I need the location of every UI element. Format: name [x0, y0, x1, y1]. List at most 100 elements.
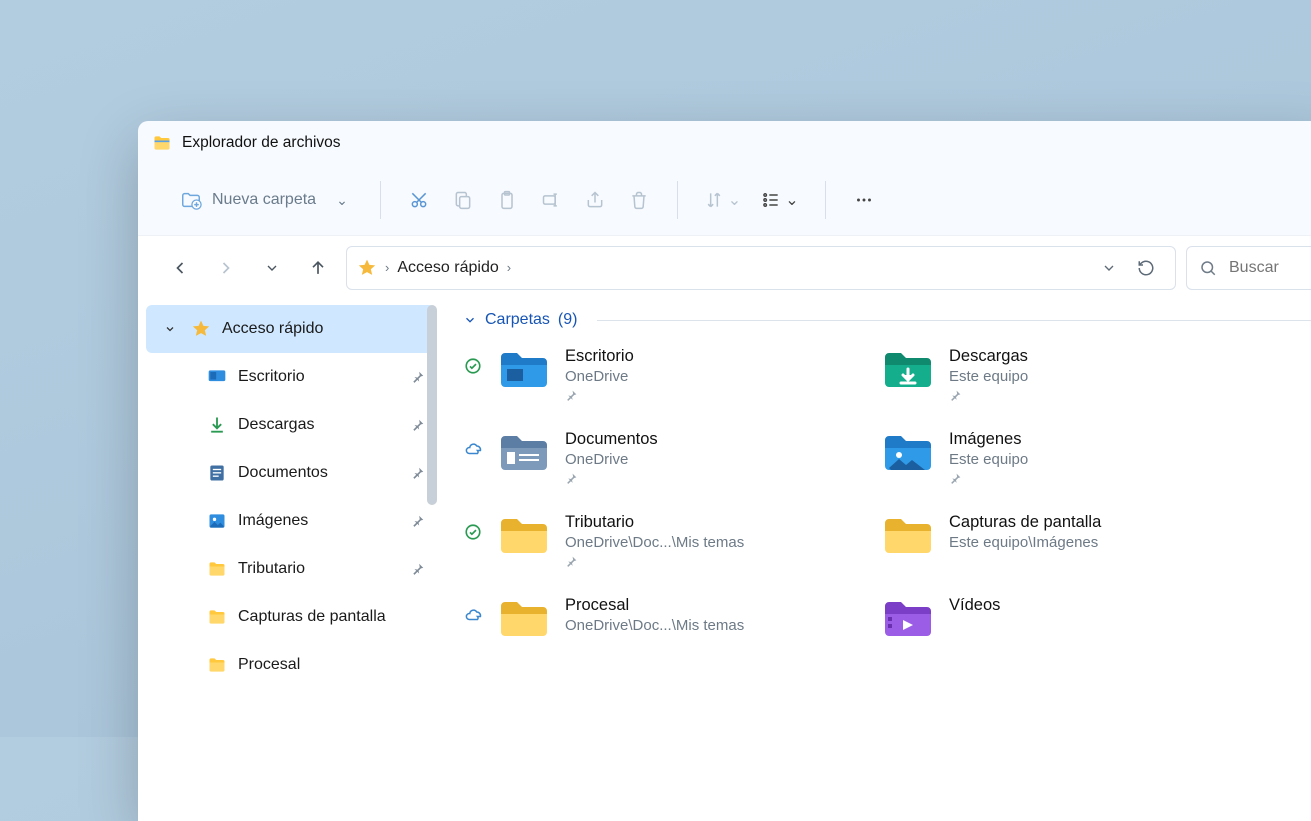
sidebar: Acceso rápido Escritorio Descargas Documen…	[138, 299, 443, 821]
sort-button[interactable]: ⌄	[696, 180, 749, 220]
folder-item[interactable]: Vídeos	[847, 596, 1207, 640]
folder-location: OneDrive	[565, 451, 658, 468]
sidebar-item[interactable]: Procesal	[146, 641, 435, 689]
folder-name: Escritorio	[565, 347, 634, 366]
app-folder-icon	[152, 133, 172, 153]
downloads-green-icon	[881, 347, 935, 391]
check-badge-icon	[463, 523, 483, 541]
forward-button[interactable]	[208, 250, 244, 286]
videos-purple-icon	[881, 596, 935, 640]
sidebar-item-quick-access[interactable]: Acceso rápido	[146, 305, 435, 353]
paste-button[interactable]	[487, 180, 527, 220]
folder-location: Este equipo\Imágenes	[949, 534, 1101, 551]
chevron-right-icon: ›	[507, 260, 511, 275]
sidebar-item-label: Escritorio	[238, 368, 401, 386]
desktop-icon	[206, 366, 228, 388]
folder-yellow-icon	[497, 513, 551, 557]
folder-item[interactable]: Documentos OneDrive	[463, 430, 823, 485]
cloud-badge-icon	[463, 440, 483, 458]
folder-name: Descargas	[949, 347, 1028, 366]
rename-button[interactable]	[531, 180, 571, 220]
pin-icon	[411, 562, 425, 576]
sidebar-item-label: Descargas	[238, 416, 401, 434]
view-button[interactable]: ⌄	[753, 180, 806, 220]
pin-icon	[565, 389, 634, 402]
pin-icon	[565, 472, 658, 485]
chevron-down-icon	[463, 313, 477, 327]
share-icon	[585, 190, 605, 210]
breadcrumb-item[interactable]: Acceso rápido	[397, 259, 498, 277]
document-icon	[206, 462, 228, 484]
arrow-left-icon	[170, 258, 190, 278]
share-button[interactable]	[575, 180, 615, 220]
search-input[interactable]	[1229, 259, 1299, 277]
download-icon	[206, 414, 228, 436]
sidebar-item[interactable]: Escritorio	[146, 353, 435, 401]
more-button[interactable]	[844, 180, 884, 220]
pictures-blue-icon	[881, 430, 935, 474]
delete-button[interactable]	[619, 180, 659, 220]
back-button[interactable]	[162, 250, 198, 286]
folder-item[interactable]: EscritorioOneDrive	[463, 347, 823, 402]
pin-icon	[949, 472, 1028, 485]
sidebar-item[interactable]: Imágenes	[146, 497, 435, 545]
folder-grid: EscritorioOneDriveDescargasEste equipoDo…	[463, 339, 1311, 640]
section-folders-header[interactable]: Carpetas (9)	[463, 311, 1311, 329]
folder-location: Este equipo	[949, 451, 1028, 468]
folder-item[interactable]: DescargasEste equipo	[847, 347, 1207, 402]
pin-icon	[411, 418, 425, 432]
sort-icon	[704, 190, 724, 210]
new-folder-icon	[180, 189, 202, 211]
pin-icon	[411, 466, 425, 480]
copy-button[interactable]	[443, 180, 483, 220]
sidebar-item-label: Tributario	[238, 560, 401, 578]
folder-location: OneDrive\Doc...\Mis temas	[565, 534, 744, 551]
folder-name: Documentos	[565, 430, 658, 449]
section-divider	[597, 320, 1311, 321]
window-title: Explorador de archivos	[182, 134, 341, 152]
documents-slate-icon	[497, 430, 551, 474]
pictures-icon	[206, 510, 228, 532]
sidebar-item[interactable]: Tributario	[146, 545, 435, 593]
sidebar-item[interactable]: Capturas de pantalla	[146, 593, 435, 641]
section-label: Carpetas	[485, 311, 550, 329]
view-icon	[761, 190, 781, 210]
folder-item[interactable]: TributarioOneDrive\Doc...\Mis temas	[463, 513, 823, 568]
pin-icon	[565, 555, 744, 568]
desktop-blue-icon	[497, 347, 551, 391]
body: Acceso rápido Escritorio Descargas Documen…	[138, 299, 1311, 821]
toolbar-separator	[825, 181, 826, 219]
more-icon	[853, 189, 875, 211]
sidebar-item[interactable]: Documentos	[146, 449, 435, 497]
scissors-icon	[409, 190, 429, 210]
chevron-down-icon	[264, 260, 280, 276]
folder-name: Procesal	[565, 596, 744, 615]
address-bar-row: › Acceso rápido ›	[138, 235, 1311, 299]
new-folder-button[interactable]: Nueva carpeta ⌄	[174, 180, 362, 220]
sidebar-item-label: Procesal	[238, 656, 425, 674]
pin-icon	[949, 389, 1028, 402]
refresh-button[interactable]	[1137, 259, 1165, 277]
scrollbar[interactable]	[427, 305, 437, 505]
toolbar-separator	[677, 181, 678, 219]
trash-icon	[629, 190, 649, 210]
up-button[interactable]	[300, 250, 336, 286]
folder-item[interactable]: ImágenesEste equipo	[847, 430, 1207, 485]
address-dropdown-button[interactable]	[1101, 260, 1129, 276]
chevron-down-icon: ⌄	[336, 192, 348, 209]
folder-item[interactable]: Capturas de pantallaEste equipo\Imágenes	[847, 513, 1207, 568]
new-folder-label: Nueva carpeta	[212, 191, 316, 209]
folder-item[interactable]: ProcesalOneDrive\Doc...\Mis temas	[463, 596, 823, 640]
address-bar[interactable]: › Acceso rápido ›	[346, 246, 1176, 290]
clipboard-icon	[497, 190, 517, 210]
cut-button[interactable]	[399, 180, 439, 220]
star-icon	[357, 258, 377, 278]
titlebar: Explorador de archivos	[138, 121, 1311, 165]
sidebar-item[interactable]: Descargas	[146, 401, 435, 449]
chevron-down-icon[interactable]	[164, 323, 180, 335]
recent-locations-button[interactable]	[254, 250, 290, 286]
toolbar-separator	[380, 181, 381, 219]
folder-name: Vídeos	[949, 596, 1000, 615]
search-box[interactable]	[1186, 246, 1311, 290]
sidebar-item-label: Acceso rápido	[222, 320, 425, 338]
